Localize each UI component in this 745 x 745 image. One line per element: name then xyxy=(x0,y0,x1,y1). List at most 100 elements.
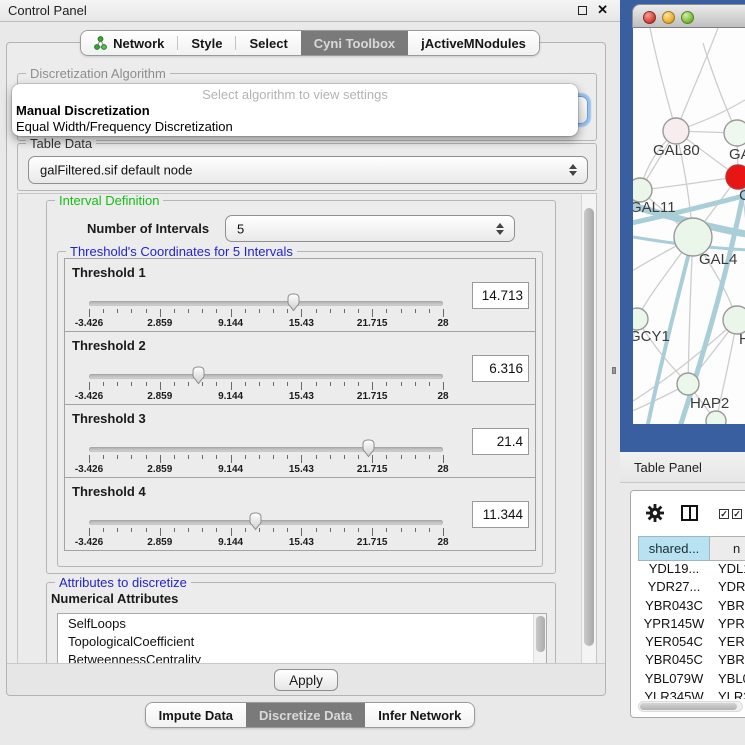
combo-arrows-icon xyxy=(569,164,578,176)
node-label: H xyxy=(739,331,745,348)
close-light-icon[interactable] xyxy=(643,11,656,24)
tick-label: -3.426 xyxy=(75,537,103,548)
group-legend: Table Data xyxy=(26,136,96,151)
slider-ticks xyxy=(89,382,443,391)
table-row[interactable]: YDR27...YDR2 xyxy=(638,579,745,597)
tab-cyni-toolbox[interactable]: Cyni Toolbox xyxy=(301,31,408,55)
tab-label: Impute Data xyxy=(159,708,233,723)
list-scrollbar[interactable] xyxy=(533,614,546,665)
panel-splitter[interactable] xyxy=(608,0,620,745)
tick-label: 15.43 xyxy=(289,464,314,475)
numerical-attributes-list[interactable]: SelfLoopsTopologicalCoefficientBetweenne… xyxy=(57,613,547,665)
attribute-list-item[interactable]: SelfLoops xyxy=(58,614,546,632)
tick-label: 2.859 xyxy=(147,391,172,402)
bottom-tab-impute-data[interactable]: Impute Data xyxy=(146,703,246,727)
table-data-select[interactable]: galFiltered.sif default node xyxy=(28,156,588,184)
tick-label: 2.859 xyxy=(147,537,172,548)
network-node[interactable] xyxy=(726,165,745,189)
table-data-value: galFiltered.sif default node xyxy=(40,163,192,178)
tab-label: Discretize Data xyxy=(259,708,352,723)
slider-tick-labels: -3.4262.8599.14415.4321.71528 xyxy=(89,464,443,476)
table-row[interactable]: YBR043CYBR0 xyxy=(638,598,745,616)
tab-label: Network xyxy=(113,36,164,51)
node-label: GAL11 xyxy=(633,199,676,216)
network-window-titlebar[interactable] xyxy=(632,4,745,28)
bottom-tab-discretize-data[interactable]: Discretize Data xyxy=(246,703,365,727)
node-label: GAL4 xyxy=(699,251,737,268)
threshold-value-field[interactable] xyxy=(472,282,529,309)
tick-label: 28 xyxy=(437,391,448,402)
vertical-scrollbar[interactable] xyxy=(581,194,596,664)
numerical-attributes-label: Numerical Attributes xyxy=(51,591,178,606)
group-legend: Attributes to discretize xyxy=(55,575,191,590)
dropdown-option-manual[interactable]: Manual Discretization xyxy=(16,103,150,118)
checkbox-checked-icon[interactable]: ✓ xyxy=(719,509,729,519)
table-row[interactable]: YBR045CYBR0 xyxy=(638,652,745,670)
cell-name: YER0 xyxy=(710,634,745,652)
table-toolbar: ✓ ✓ xyxy=(631,491,745,535)
threshold-slider[interactable]: -3.4262.8599.14415.4321.71528 xyxy=(89,508,443,550)
network-node[interactable] xyxy=(633,308,648,330)
table-panel: ✓ ✓ shared... n YDL19...YDL1YDR27...YDR2… xyxy=(630,490,745,718)
table-row[interactable]: YDL19...YDL1 xyxy=(638,561,745,579)
panel-title: Control Panel xyxy=(8,3,87,18)
threshold-value-field[interactable] xyxy=(472,501,529,528)
column-header-shared[interactable]: shared... xyxy=(638,536,710,561)
network-node[interactable] xyxy=(724,120,745,146)
dropdown-option-equal-width[interactable]: Equal Width/Frequency Discretization xyxy=(16,119,233,134)
threshold-slider[interactable]: -3.4262.8599.14415.4321.71528 xyxy=(89,362,443,404)
table-header: shared... n xyxy=(638,536,745,561)
zoom-light-icon[interactable] xyxy=(681,11,694,24)
threshold-value-field[interactable] xyxy=(472,428,529,455)
table-row[interactable]: YBL079WYBL0 xyxy=(638,671,745,689)
table-row[interactable]: YLR345WYLR3 xyxy=(638,689,745,699)
table-data-group: Table Data galFiltered.sif default node xyxy=(17,143,597,191)
threshold-slider[interactable]: -3.4262.8599.14415.4321.71528 xyxy=(89,289,443,331)
slider-track[interactable] xyxy=(89,520,443,525)
apply-button[interactable]: Apply xyxy=(274,669,338,691)
float-window-icon[interactable] xyxy=(578,6,587,15)
tab-select[interactable]: Select xyxy=(236,31,300,55)
apply-strip: Apply xyxy=(7,663,605,695)
column-header-name[interactable]: n xyxy=(710,536,745,561)
table-row[interactable]: YER054CYER0 xyxy=(638,634,745,652)
gear-icon[interactable] xyxy=(646,504,664,527)
num-intervals-select[interactable]: 5 xyxy=(225,215,515,242)
minimize-light-icon[interactable] xyxy=(662,11,675,24)
table-panel-titlebar: Table Panel xyxy=(620,452,745,483)
attribute-list-item[interactable]: TopologicalCoefficient xyxy=(58,632,546,650)
network-node[interactable] xyxy=(706,411,726,424)
network-desktop: GAL80GACGAL11GAL4GCY1HHAP2 xyxy=(620,0,745,452)
slider-thumb-icon[interactable] xyxy=(360,438,377,458)
network-canvas[interactable]: GAL80GACGAL11GAL4GCY1HHAP2 xyxy=(633,28,745,424)
slider-tick-labels: -3.4262.8599.14415.4321.71528 xyxy=(89,391,443,403)
horizontal-scrollbar[interactable] xyxy=(638,701,743,712)
tick-label: 21.715 xyxy=(357,318,388,329)
bottom-tab-infer-network[interactable]: Infer Network xyxy=(365,703,474,727)
checkbox-checked-icon[interactable]: ✓ xyxy=(732,509,742,519)
tick-label: 28 xyxy=(437,318,448,329)
network-node[interactable] xyxy=(677,373,699,395)
slider-track[interactable] xyxy=(89,374,443,379)
slider-thumb-icon[interactable] xyxy=(247,511,264,531)
cell-name: YBL0 xyxy=(710,671,745,689)
slider-thumb-icon[interactable] xyxy=(285,292,302,312)
split-columns-icon[interactable] xyxy=(681,505,698,521)
tab-label: Select xyxy=(249,36,287,51)
network-node[interactable] xyxy=(723,306,745,334)
slider-track[interactable] xyxy=(89,301,443,306)
tab-style[interactable]: Style xyxy=(178,31,235,55)
table-row[interactable]: YPR145WYPR1 xyxy=(638,616,745,634)
threshold-slider[interactable]: -3.4262.8599.14415.4321.71528 xyxy=(89,435,443,477)
slider-track[interactable] xyxy=(89,447,443,452)
network-node[interactable] xyxy=(663,118,689,144)
tab-network[interactable]: Network xyxy=(81,31,177,55)
slider-thumb-icon[interactable] xyxy=(190,365,207,385)
network-view-window[interactable]: GAL80GACGAL11GAL4GCY1HHAP2 xyxy=(632,4,745,426)
close-icon[interactable]: ✕ xyxy=(597,2,608,18)
tab-jactivemnodules[interactable]: jActiveMNodules xyxy=(408,31,539,55)
threshold-panel: Threshold 3 -3.4262.8599.14415.4321.7152… xyxy=(64,404,536,478)
splitter-grip-icon[interactable] xyxy=(612,367,616,374)
threshold-value-field[interactable] xyxy=(472,355,529,382)
tick-label: 28 xyxy=(437,537,448,548)
